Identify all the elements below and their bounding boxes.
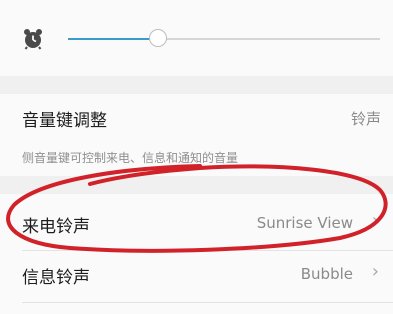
alarm-clock-icon [24, 29, 42, 50]
volume-keys-description: 侧音量键可控制来电、信息和通知的音量 [22, 151, 239, 165]
volume-keys-value: 铃声 [350, 110, 381, 128]
section-gap [0, 76, 393, 94]
alarm-volume-row [0, 0, 393, 76]
row-divider [22, 302, 393, 303]
volume-slider-thumb[interactable] [149, 29, 168, 47]
chevron-right-icon: › [371, 210, 379, 231]
ringtone-value: Sunrise View [256, 214, 353, 232]
message-tone-value: Bubble [300, 265, 353, 283]
message-tone-title: 信息铃声 [22, 268, 90, 288]
chevron-right-icon: › [371, 261, 379, 282]
ringtone-row[interactable]: 来电铃声 Sunrise View › [0, 194, 393, 250]
volume-keys-row[interactable]: 音量键调整 铃声 侧音量键可控制来电、信息和通知的音量 [0, 94, 393, 176]
tones-panel: 来电铃声 Sunrise View › 信息铃声 Bubble › [0, 194, 393, 314]
volume-slider-fill [68, 38, 159, 40]
volume-keys-title: 音量键调整 [22, 111, 107, 131]
section-gap-2 [0, 176, 393, 194]
message-tone-row[interactable]: 信息铃声 Bubble › [0, 251, 393, 301]
volume-slider[interactable] [68, 29, 380, 47]
ringtone-title: 来电铃声 [22, 217, 90, 237]
